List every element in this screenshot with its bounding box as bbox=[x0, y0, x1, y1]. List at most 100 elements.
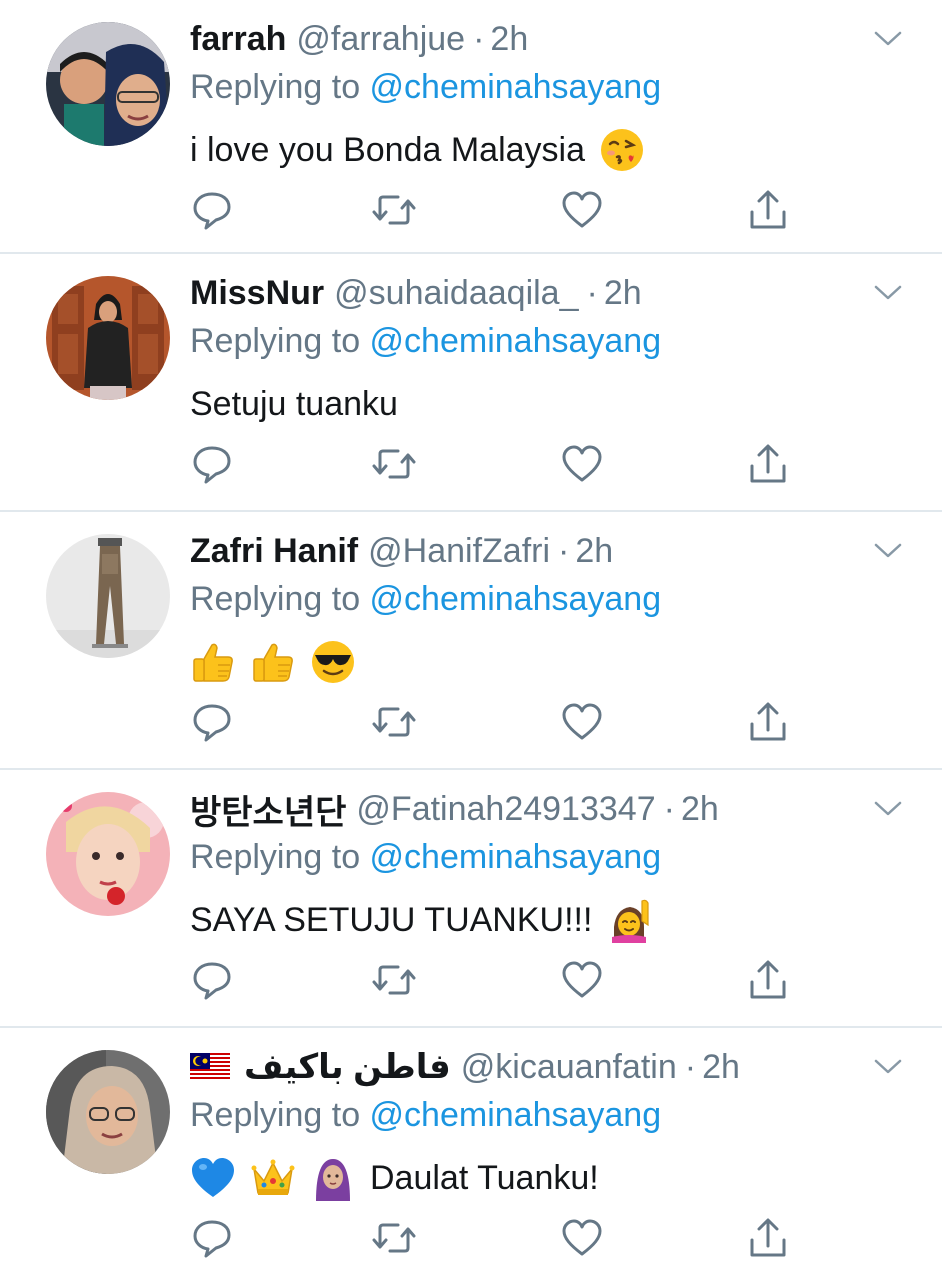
blue-heart-emoji bbox=[190, 1155, 236, 1201]
tweet-item[interactable]: Zafri Hanif @HanifZafri · 2h Replying to… bbox=[0, 510, 942, 768]
chevron-down-icon[interactable] bbox=[874, 1058, 902, 1076]
chevron-down-icon[interactable] bbox=[874, 542, 902, 560]
share-button[interactable] bbox=[746, 700, 790, 744]
retweet-button[interactable] bbox=[372, 188, 416, 232]
like-button[interactable] bbox=[560, 700, 604, 744]
avatar[interactable] bbox=[46, 22, 170, 146]
tweet-item[interactable]: farrah @farrahjue · 2h Replying to @chem… bbox=[0, 0, 942, 258]
share-icon bbox=[750, 190, 786, 229]
timestamp[interactable]: 2h bbox=[575, 532, 613, 571]
avatar[interactable] bbox=[46, 792, 170, 916]
separator-dot: · bbox=[586, 273, 598, 312]
malaysia-flag-icon bbox=[190, 1053, 230, 1081]
display-name[interactable]: 방탄소년단 bbox=[190, 785, 346, 834]
display-name[interactable]: فاطن باكيف bbox=[244, 1047, 451, 1087]
heart-icon bbox=[562, 445, 602, 482]
reply-button[interactable] bbox=[190, 958, 234, 1002]
user-handle[interactable]: @HanifZafri bbox=[368, 532, 550, 571]
mention-link[interactable]: @cheminahsayang bbox=[370, 322, 662, 360]
share-icon bbox=[750, 702, 786, 741]
separator-dot: · bbox=[663, 789, 675, 828]
reply-icon bbox=[193, 446, 231, 484]
chevron-down-icon[interactable] bbox=[874, 30, 902, 48]
replying-to-label: Replying to bbox=[190, 1096, 370, 1134]
replying-to-label: Replying to bbox=[190, 580, 370, 618]
tweet-text-content: i love you Bonda Malaysia bbox=[190, 130, 586, 169]
reply-icon bbox=[193, 192, 231, 230]
avatar-image bbox=[46, 1050, 170, 1174]
avatar[interactable] bbox=[46, 1050, 170, 1174]
replying-to-label: Replying to bbox=[190, 838, 370, 876]
replying-to-label: Replying to bbox=[190, 322, 370, 360]
like-button[interactable] bbox=[560, 442, 604, 486]
retweet-icon bbox=[372, 449, 416, 479]
mention-link[interactable]: @cheminahsayang bbox=[370, 838, 662, 876]
like-button[interactable] bbox=[560, 1216, 604, 1260]
tweet-header: MissNur @suhaidaaqila_ · 2h bbox=[190, 270, 642, 316]
reply-icon bbox=[193, 1220, 231, 1258]
tweet-actions bbox=[190, 188, 790, 236]
tweet-text bbox=[190, 636, 356, 688]
mention-link[interactable]: @cheminahsayang bbox=[370, 1096, 662, 1134]
user-handle[interactable]: @suhaidaaqila_ bbox=[334, 274, 578, 313]
like-button[interactable] bbox=[560, 958, 604, 1002]
reply-button[interactable] bbox=[190, 188, 234, 232]
user-handle[interactable]: @kicauanfatin bbox=[461, 1048, 677, 1087]
share-button[interactable] bbox=[746, 1216, 790, 1260]
tweet-header: farrah @farrahjue · 2h bbox=[190, 16, 528, 62]
tweet-actions bbox=[190, 958, 790, 1006]
reply-button[interactable] bbox=[190, 1216, 234, 1260]
separator-dot: · bbox=[473, 19, 485, 58]
reply-feed: farrah @farrahjue · 2h Replying to @chem… bbox=[0, 0, 942, 1280]
reply-icon bbox=[193, 962, 231, 1000]
share-icon bbox=[750, 1218, 786, 1257]
retweet-button[interactable] bbox=[372, 442, 416, 486]
person-raising-hand-emoji bbox=[606, 897, 652, 943]
woman-with-headscarf-emoji bbox=[310, 1155, 356, 1201]
user-handle[interactable]: @farrahjue bbox=[296, 20, 465, 59]
chevron-down-icon[interactable] bbox=[874, 800, 902, 818]
like-button[interactable] bbox=[560, 188, 604, 232]
tweet-actions bbox=[190, 442, 790, 490]
tweet-header: 방탄소년단 @Fatinah24913347 · 2h bbox=[190, 786, 719, 832]
display-name[interactable]: farrah bbox=[190, 20, 286, 59]
tweet-item[interactable]: MissNur @suhaidaaqila_ · 2h Replying to … bbox=[0, 252, 942, 510]
timestamp[interactable]: 2h bbox=[490, 20, 528, 59]
retweet-icon bbox=[372, 965, 416, 995]
display-name[interactable]: MissNur bbox=[190, 274, 324, 313]
retweet-button[interactable] bbox=[372, 700, 416, 744]
share-button[interactable] bbox=[746, 188, 790, 232]
separator-dot: · bbox=[558, 531, 570, 570]
heart-icon bbox=[562, 703, 602, 740]
timestamp[interactable]: 2h bbox=[681, 790, 719, 829]
timestamp[interactable]: 2h bbox=[702, 1048, 740, 1087]
replying-to: Replying to @cheminahsayang bbox=[190, 838, 661, 877]
retweet-button[interactable] bbox=[372, 958, 416, 1002]
tweet-text: i love you Bonda Malaysia bbox=[190, 124, 645, 176]
reply-button[interactable] bbox=[190, 442, 234, 486]
share-button[interactable] bbox=[746, 958, 790, 1002]
timestamp[interactable]: 2h bbox=[604, 274, 642, 313]
mention-link[interactable]: @cheminahsayang bbox=[370, 580, 662, 618]
mention-link[interactable]: @cheminahsayang bbox=[370, 68, 662, 106]
avatar[interactable] bbox=[46, 534, 170, 658]
tweet-text-content: Daulat Tuanku! bbox=[370, 1158, 599, 1197]
chevron-down-icon[interactable] bbox=[874, 284, 902, 302]
tweet-text: Setuju tuanku bbox=[190, 378, 398, 430]
tweet-text: SAYA SETUJU TUANKU!!! bbox=[190, 894, 652, 946]
replying-to: Replying to @cheminahsayang bbox=[190, 580, 661, 619]
reply-button[interactable] bbox=[190, 700, 234, 744]
tweet-item[interactable]: 방탄소년단 @Fatinah24913347 · 2h Replying to … bbox=[0, 768, 942, 1026]
avatar[interactable] bbox=[46, 276, 170, 400]
separator-dot: · bbox=[684, 1047, 697, 1086]
tweet-header: فاطن باكيف @kicauanfatin · 2h bbox=[190, 1044, 740, 1090]
tweet-actions bbox=[190, 700, 790, 748]
share-button[interactable] bbox=[746, 442, 790, 486]
retweet-icon bbox=[372, 195, 416, 225]
sunglasses-face-emoji bbox=[310, 639, 356, 685]
retweet-button[interactable] bbox=[372, 1216, 416, 1260]
user-handle[interactable]: @Fatinah24913347 bbox=[356, 790, 655, 829]
display-name[interactable]: Zafri Hanif bbox=[190, 532, 358, 571]
tweet-item[interactable]: فاطن باكيف @kicauanfatin · 2h Replying t… bbox=[0, 1026, 942, 1284]
heart-icon bbox=[562, 961, 602, 998]
